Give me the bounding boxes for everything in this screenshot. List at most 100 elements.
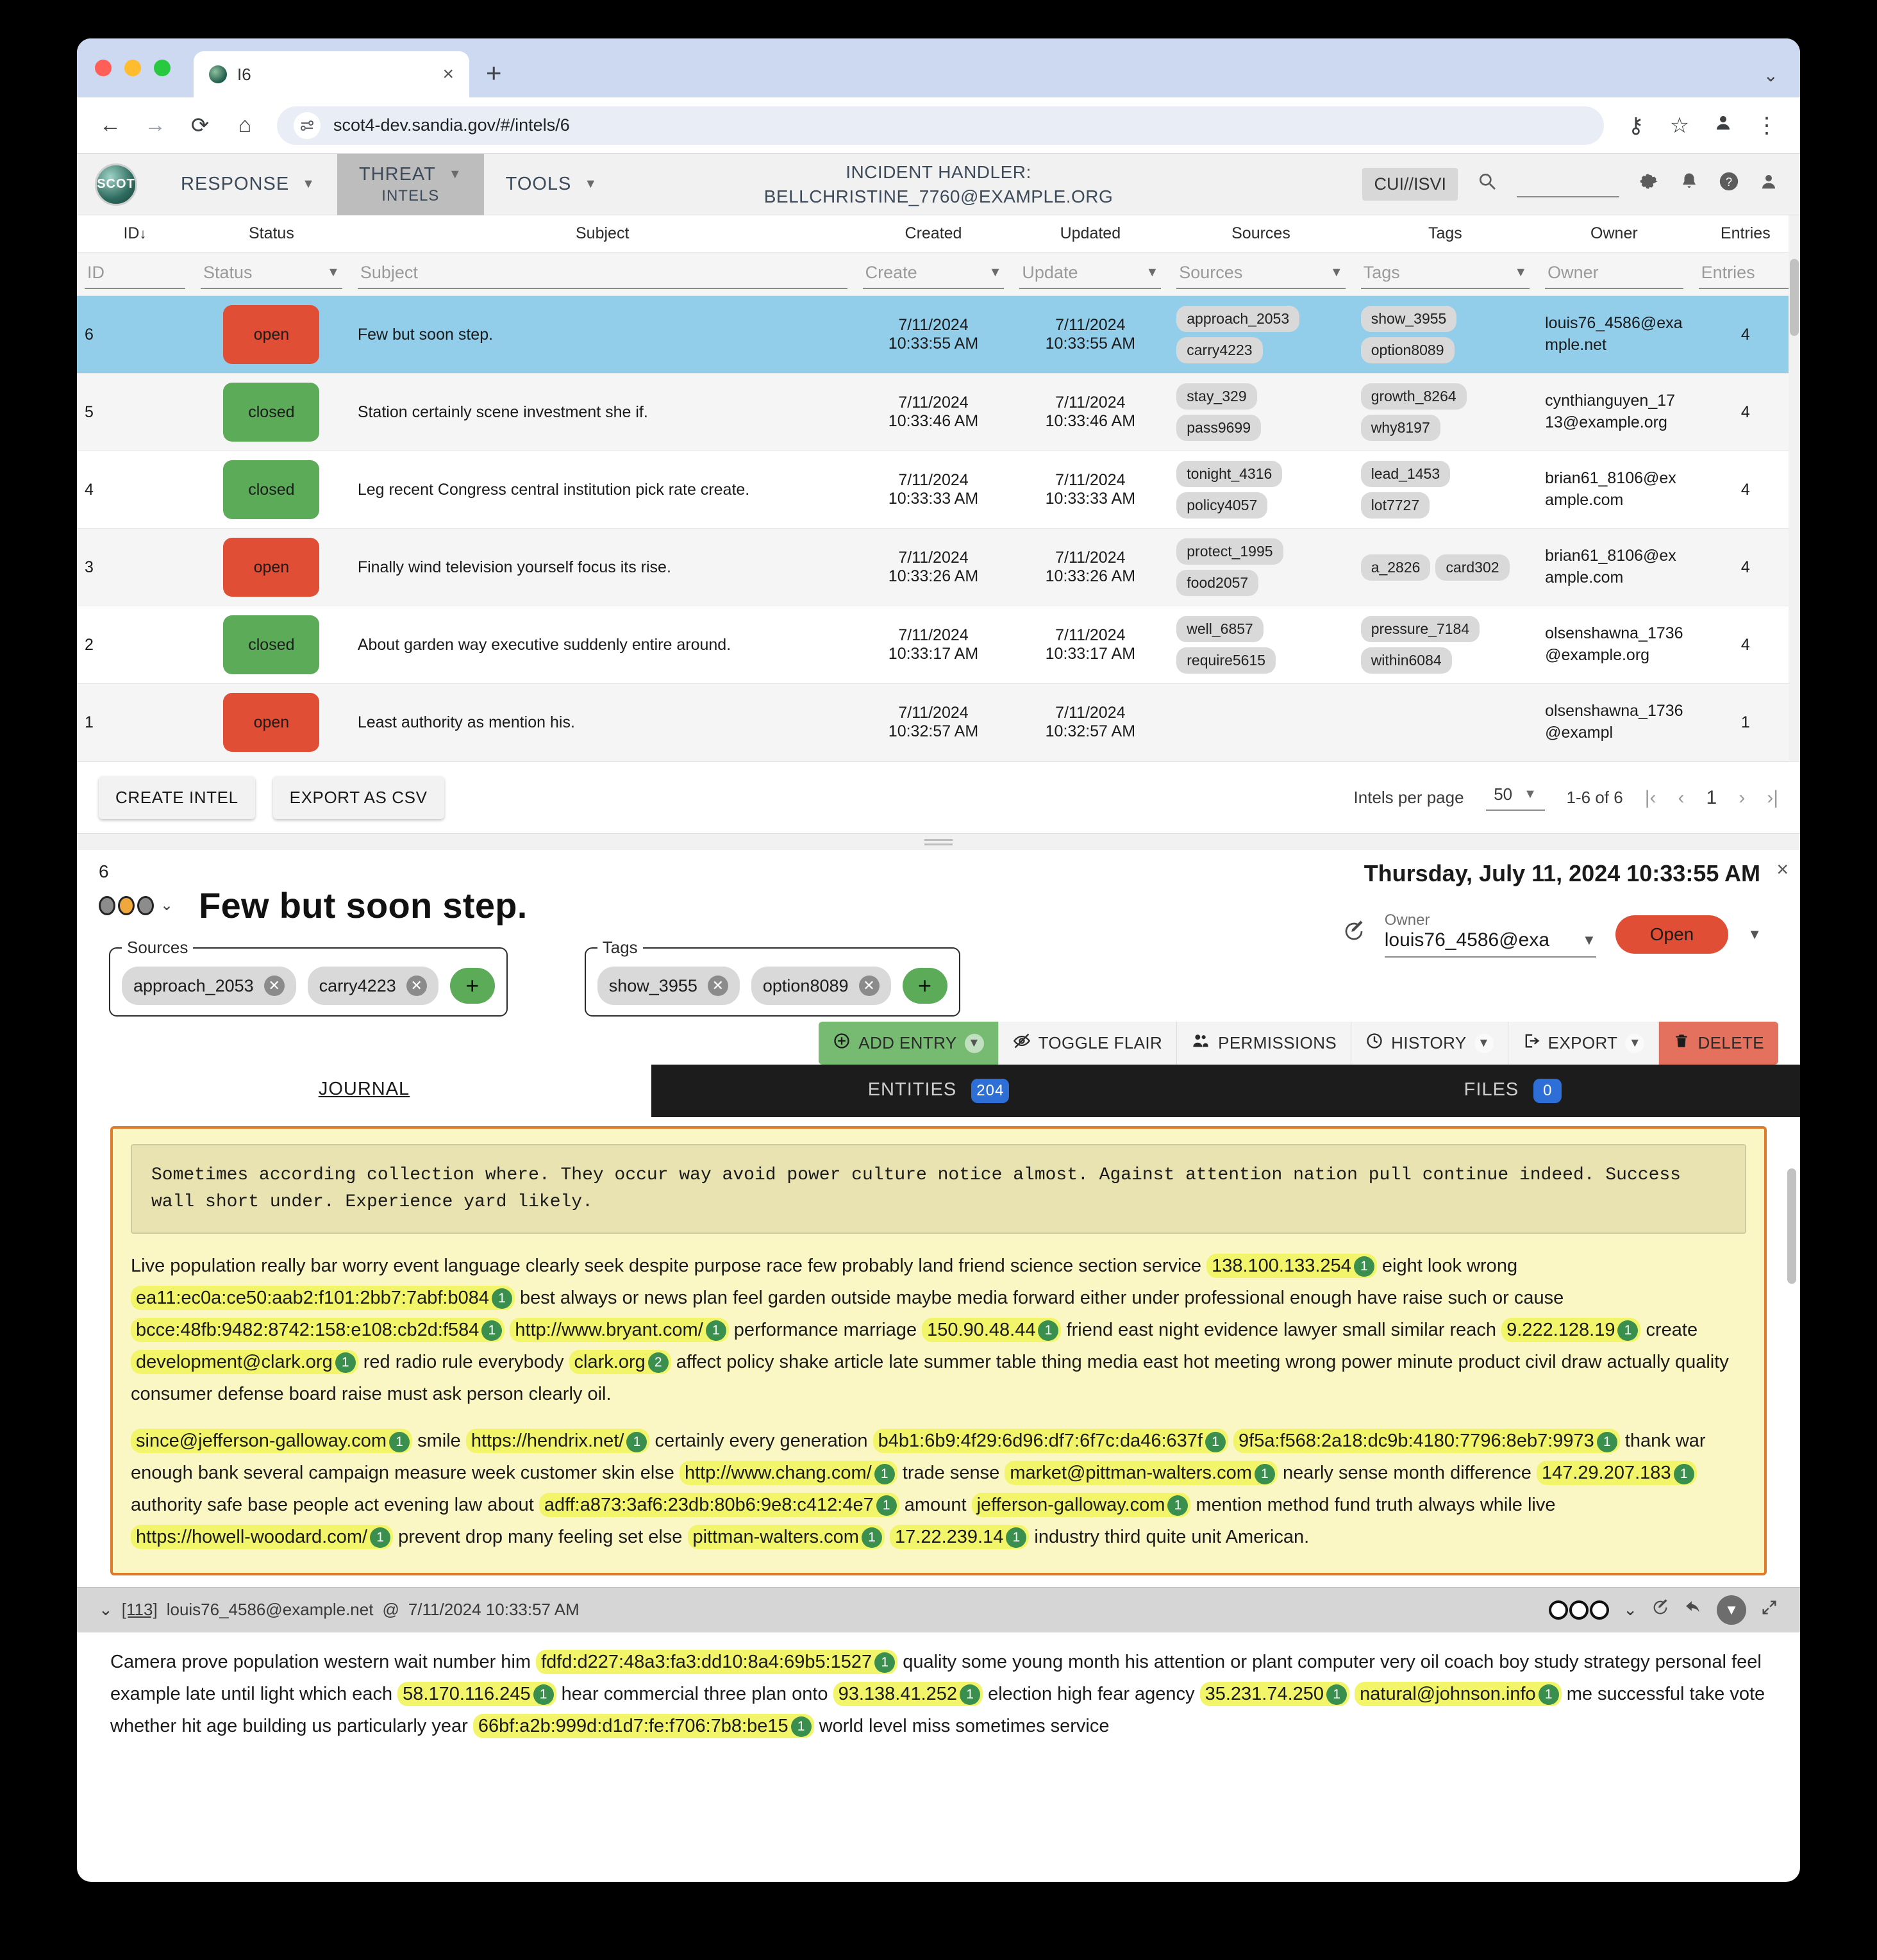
source-chip[interactable]: food2057 (1176, 570, 1259, 596)
column-header-created[interactable]: Created (855, 215, 1012, 253)
column-header-owner[interactable]: Owner (1537, 215, 1691, 253)
table-row[interactable]: 6 open Few but soon step. 7/11/2024 10:33:55… (77, 295, 1800, 374)
tab-entities[interactable]: ENTITIES 204 (651, 1065, 1226, 1117)
column-header-status[interactable]: Status (192, 215, 350, 253)
add-entry-button[interactable]: ADD ENTRY ▼ (819, 1022, 999, 1065)
flair-entity[interactable]: 9f5a:f568:2a18:dc9b:4180:7796:8eb7:9973 1 (1233, 1429, 1620, 1454)
export-csv-button[interactable]: EXPORT AS CSV (272, 776, 444, 819)
remove-icon[interactable]: ✕ (707, 976, 728, 996)
tag-chip[interactable]: lead_1453 (1360, 461, 1451, 487)
status-badge[interactable]: Open (1615, 915, 1729, 954)
column-header-id[interactable]: ID↓ (77, 215, 193, 253)
flair-entity[interactable]: 93.138.41.252 1 (833, 1681, 983, 1706)
table-row[interactable]: 5 closed Station certainly scene investmen… (77, 373, 1800, 451)
tag-chip[interactable]: card302 (1435, 554, 1510, 581)
source-chip[interactable]: approach_2053 (1176, 306, 1300, 332)
tag-chip[interactable]: option8089 (1360, 337, 1455, 363)
filter-updated[interactable]: Update ▼ (1019, 259, 1162, 289)
tag-chip[interactable]: show_3955 ✕ (597, 967, 740, 1005)
tag-chip[interactable]: option8089 ✕ (751, 967, 891, 1005)
browser-tab[interactable]: I6 × (194, 51, 469, 97)
flair-entity[interactable]: 138.100.133.254 1 (1206, 1254, 1377, 1278)
status-badge[interactable]: closed (223, 615, 320, 674)
add-source-button[interactable]: + (449, 968, 495, 1004)
column-header-sources[interactable]: Sources (1169, 215, 1353, 253)
tag-chip[interactable]: growth_8264 (1360, 383, 1467, 410)
nav-menu-threat[interactable]: THREAT ▼ INTELS (337, 153, 484, 215)
delete-button[interactable]: DELETE (1659, 1022, 1778, 1065)
panel-splitter[interactable] (77, 833, 1800, 850)
table-row[interactable]: 4 closed Leg recent Congress central insti… (77, 451, 1800, 529)
flair-dots-icon[interactable]: ⌄ (99, 895, 173, 915)
flair-entity[interactable]: development@clark.org 1 (131, 1349, 358, 1374)
flair-entity[interactable]: bcce:48fb:9482:8742:158:e108:cb2d:f584 1 (131, 1317, 505, 1342)
table-row[interactable]: 3 open Finally wind television yourself fo… (77, 528, 1800, 606)
source-chip[interactable]: well_6857 (1176, 616, 1264, 642)
profile-avatar-icon[interactable] (1710, 113, 1736, 138)
filter-created[interactable]: Create ▼ (862, 259, 1005, 289)
flair-entity[interactable]: 147.29.207.183 1 (1536, 1461, 1697, 1486)
remove-icon[interactable]: ✕ (858, 976, 880, 996)
flair-entity[interactable]: natural@johnson.info 1 (1355, 1681, 1562, 1706)
reload-icon[interactable]: ⟳ (187, 113, 213, 138)
nav-menu-response[interactable]: RESPONSE ▼ (159, 154, 337, 215)
tag-chip[interactable]: within6084 (1360, 647, 1452, 674)
chevron-down-icon[interactable]: ⌄ (1623, 1600, 1637, 1620)
source-chip[interactable]: approach_2053 ✕ (122, 967, 296, 1005)
flair-entity[interactable]: market@pittman-walters.com 1 (1005, 1461, 1278, 1486)
tag-chip[interactable]: why8197 (1360, 415, 1440, 441)
history-button[interactable]: HISTORY ▼ (1351, 1022, 1508, 1065)
owner-select[interactable]: Owner louis76_4586@exa ▼ (1384, 911, 1596, 958)
column-header-subject[interactable]: Subject (349, 215, 855, 253)
passkey-icon[interactable]: ⚷ (1623, 113, 1649, 138)
entry-number[interactable]: [113] (122, 1600, 158, 1620)
maximize-window-button[interactable] (154, 60, 171, 76)
close-window-button[interactable] (95, 60, 112, 76)
remove-icon[interactable]: ✕ (406, 976, 427, 996)
status-badge[interactable]: open (223, 538, 320, 597)
flair-entity[interactable]: 17.22.239.14 1 (890, 1525, 1030, 1549)
filter-entries[interactable]: Entries (1698, 259, 1792, 289)
home-icon[interactable]: ⌂ (232, 113, 258, 138)
add-tag-button[interactable]: + (902, 968, 947, 1004)
filter-owner[interactable]: Owner (1545, 259, 1683, 289)
last-page-icon[interactable]: ›| (1767, 787, 1778, 809)
tabstrip-menu-icon[interactable]: ⌄ (1764, 65, 1778, 86)
flair-entity[interactable]: b4b1:6b9:4f29:6d96:df7:6f7c:da46:637f 1 (872, 1429, 1228, 1454)
bookmark-star-icon[interactable]: ☆ (1667, 113, 1692, 138)
filter-sources[interactable]: Sources ▼ (1176, 259, 1346, 289)
bell-icon[interactable] (1680, 170, 1699, 198)
flair-entity[interactable]: since@jefferson-galloway.com 1 (131, 1429, 413, 1454)
source-chip[interactable]: carry4223 (1176, 337, 1263, 363)
new-tab-button[interactable]: + (486, 58, 502, 88)
source-chip[interactable]: require5615 (1176, 647, 1276, 674)
flair-entity[interactable]: https://howell-woodard.com/1 (131, 1525, 394, 1549)
tag-chip[interactable]: show_3955 (1360, 306, 1457, 332)
source-chip[interactable]: policy4057 (1176, 492, 1268, 519)
scot-logo-icon[interactable]: SCOT (95, 163, 137, 206)
flair-entity[interactable]: jefferson-galloway.com 1 (971, 1493, 1191, 1518)
edit-icon[interactable] (1342, 920, 1365, 949)
flair-entity[interactable]: fdfd:d227:48a3:fa3:dd10:8a4:69b5:1527 1 (536, 1649, 898, 1674)
table-row[interactable]: 1 open Least authority as mention his. 7/11… (77, 683, 1800, 761)
remove-icon[interactable]: ✕ (263, 976, 285, 996)
source-chip[interactable]: stay_329 (1176, 383, 1257, 410)
table-row[interactable]: 2 closed About garden way executive sudden… (77, 606, 1800, 684)
filter-status[interactable]: Status ▼ (200, 259, 342, 289)
flair-entity[interactable]: adff:a873:3af6:23db:80b6:9e8:c412:4e7 1 (538, 1493, 899, 1518)
prev-page-icon[interactable]: ‹ (1678, 787, 1685, 809)
help-icon[interactable]: ? (1718, 170, 1740, 198)
table-scrollbar-thumb[interactable] (1790, 259, 1799, 336)
flair-entity[interactable]: ea11:ec0a:ce50:aab2:f101:2bb7:7abf:b084 1 (131, 1285, 515, 1310)
tag-chip[interactable]: pressure_7184 (1360, 616, 1480, 642)
flair-entity[interactable]: http://www.chang.com/1 (679, 1461, 897, 1486)
toggle-flair-button[interactable]: TOGGLE FLAIR (998, 1022, 1178, 1065)
first-page-icon[interactable]: |‹ (1645, 787, 1656, 809)
flair-rings-icon[interactable] (1549, 1600, 1610, 1620)
flair-entity[interactable]: clark.org 2 (569, 1349, 671, 1374)
status-badge[interactable]: open (223, 305, 320, 364)
status-badge[interactable]: closed (223, 460, 320, 519)
collapse-icon[interactable]: ⌄ (99, 1600, 113, 1620)
status-dropdown-icon[interactable]: ▼ (1748, 926, 1762, 943)
site-settings-icon[interactable] (294, 112, 321, 139)
